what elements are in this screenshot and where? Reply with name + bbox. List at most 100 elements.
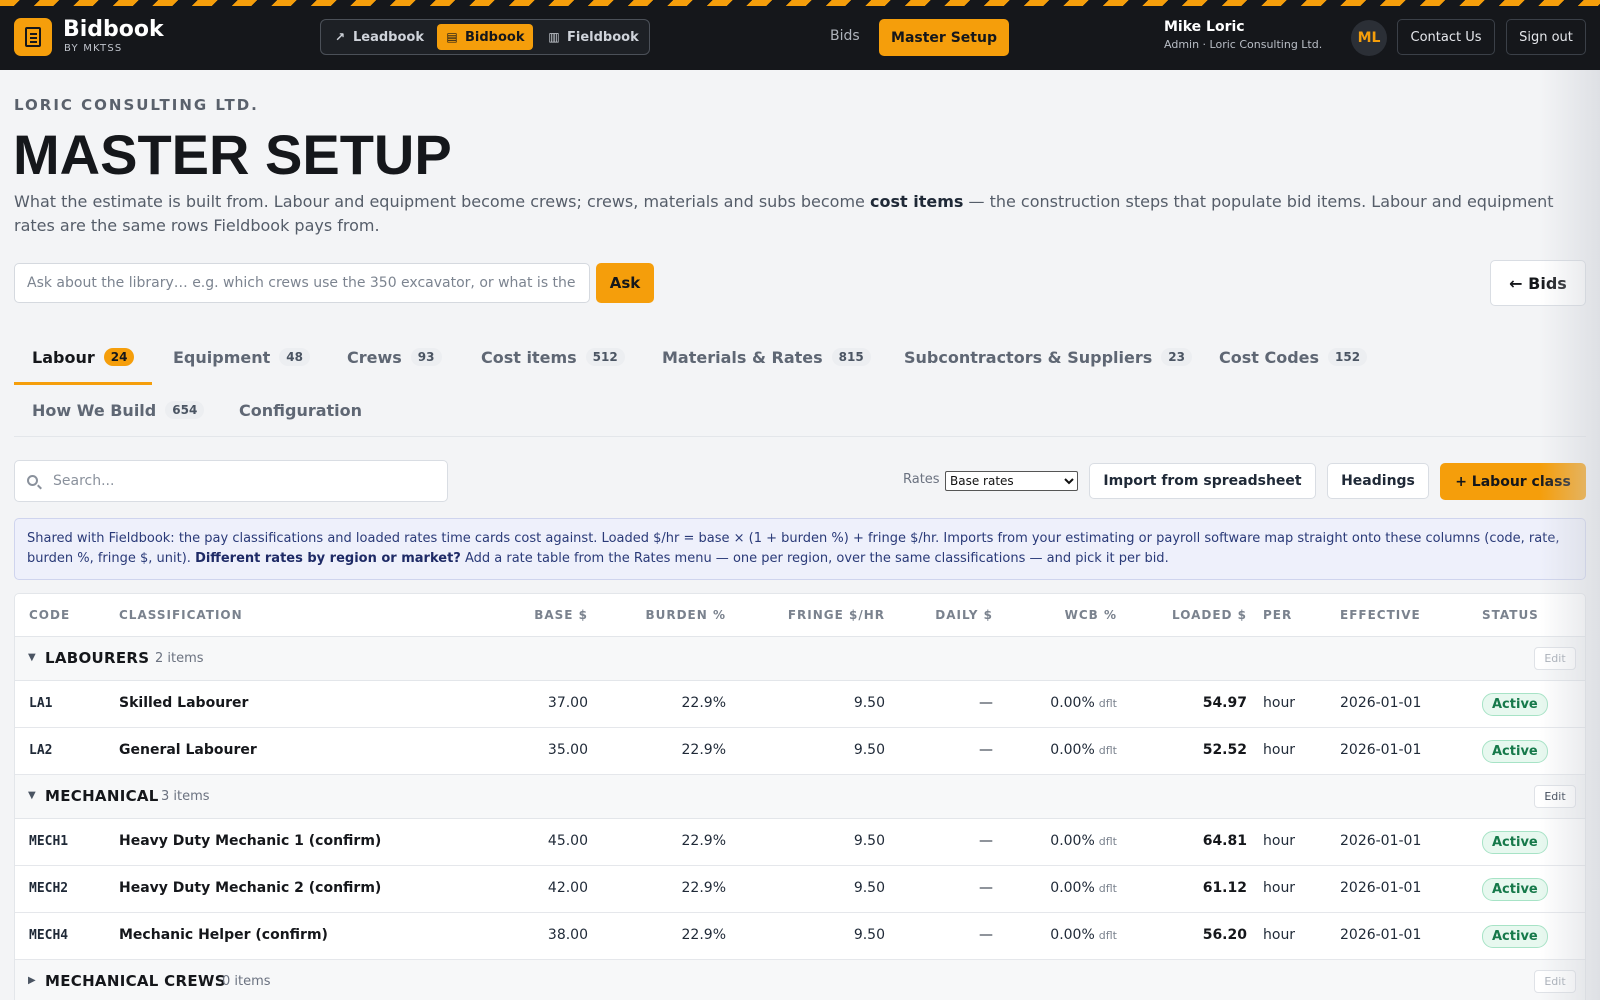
col-wcb[interactable]: WCB % [1015,608,1117,622]
tab-configuration[interactable]: Configuration [239,395,362,425]
app-fieldbook-label: Fieldbook [567,29,639,45]
table-row[interactable]: LA1 Skilled Labourer 37.00 22.9% 9.50 — … [15,681,1585,728]
cell-classification: General Labourer [119,742,257,758]
tab-label: Cost Codes [1219,347,1320,367]
wcb-value: 0.00% [1050,742,1095,758]
tab-crews[interactable]: Crews 93 [347,342,442,372]
col-daily[interactable]: DAILY $ [895,608,993,622]
app-bidbook-label: Bidbook [465,29,525,45]
col-effective[interactable]: EFFECTIVE [1340,608,1421,622]
tab-count-badge: 815 [831,348,871,366]
tab-cost-items[interactable]: Cost items 512 [481,342,625,372]
tab-equipment[interactable]: Equipment 48 [173,342,310,372]
cell-wcb: 0.00% dflt [995,880,1117,896]
tab-subcontractors-suppliers[interactable]: Subcontractors & Suppliers 23 [904,342,1192,372]
app-fieldbook[interactable]: ▥ Fieldbook [539,24,647,50]
group-row-mechanical-crews[interactable]: ▶ MECHANICAL CREWS 0 items Edit [15,960,1585,1000]
cell-wcb: 0.00% dflt [995,695,1117,711]
cell-code: LA2 [29,743,53,758]
table-row[interactable]: MECH1 Heavy Duty Mechanic 1 (confirm) 45… [15,819,1585,866]
cell-per: hour [1263,742,1296,758]
org-name: LORIC CONSULTING LTD. [14,96,259,114]
cell-loaded: 61.12 [1202,880,1247,896]
cell-classification: Heavy Duty Mechanic 1 (confirm) [119,833,382,849]
tabs-divider [14,436,1586,437]
ask-input[interactable] [14,263,590,303]
wcb-value: 0.00% [1050,833,1095,849]
cell-base: 37.00 [547,695,588,711]
wcb-default-note: dflt [1098,882,1117,895]
caret-right-icon[interactable]: ▶ [28,975,36,986]
cell-classification: Heavy Duty Mechanic 2 (confirm) [119,880,382,896]
sign-out-button[interactable]: Sign out [1506,19,1586,55]
col-code[interactable]: CODE [29,608,70,622]
cell-fringe: 9.50 [853,695,885,711]
description-emphasis: cost items [869,192,964,211]
cell-code: MECH1 [29,834,69,849]
tab-count-badge: 48 [279,348,310,366]
col-fringe[interactable]: FRINGE $/HR [740,608,885,622]
group-edit-button[interactable]: Edit [1534,970,1576,993]
import-spreadsheet-button[interactable]: Import from spreadsheet [1089,463,1316,499]
cell-base: 35.00 [547,742,588,758]
caret-down-icon[interactable]: ▼ [28,652,36,663]
col-base[interactable]: BASE $ [488,608,588,622]
cell-burden: 22.9% [681,880,726,896]
cell-wcb: 0.00% dflt [995,833,1117,849]
search-icon [27,475,38,486]
bidbook-logo-icon[interactable] [14,18,52,56]
tab-cost-codes[interactable]: Cost Codes 152 [1219,342,1368,372]
col-loaded[interactable]: LOADED $ [1135,608,1247,622]
col-per[interactable]: PER [1263,608,1292,622]
table-row[interactable]: LA2 General Labourer 35.00 22.9% 9.50 — … [15,728,1585,775]
cell-code: MECH2 [29,881,69,896]
tab-label: Equipment [173,347,271,367]
wcb-default-note: dflt [1098,744,1117,757]
add-labour-class-button[interactable]: + Labour class [1440,463,1586,500]
cell-daily: — [979,880,993,896]
search-box[interactable] [14,460,448,502]
top-bar: Bidbook BY MKTSS ↗ Leadbook ▤ Bidbook ▥ … [0,0,1600,70]
ask-button[interactable]: Ask [596,263,654,303]
rates-label: Rates [903,472,940,487]
caret-down-icon[interactable]: ▼ [28,790,36,801]
group-row-labourers[interactable]: ▼ LABOURERS 2 items Edit [15,637,1585,681]
back-to-bids-button[interactable]: ← Bids [1490,260,1586,306]
nav-master-setup[interactable]: Master Setup [879,19,1009,56]
col-classification[interactable]: CLASSIFICATION [119,608,243,622]
table-row[interactable]: MECH2 Heavy Duty Mechanic 2 (confirm) 42… [15,866,1585,913]
headings-button[interactable]: Headings [1327,463,1429,499]
cell-fringe: 9.50 [853,927,885,943]
tab-materials-rates[interactable]: Materials & Rates 815 [662,342,871,372]
tab-count-badge: 23 [1161,348,1192,366]
group-row-mechanical[interactable]: ▼ MECHANICAL 3 items Edit [15,775,1585,819]
wcb-value: 0.00% [1050,695,1095,711]
search-input[interactable] [53,462,443,500]
col-burden[interactable]: BURDEN % [598,608,726,622]
trend-up-icon: ↗ [334,30,346,44]
info-question: Different rates by region or market? [195,551,461,566]
info-text-end: Add a rate table from the Rates menu — o… [460,551,1169,566]
wcb-default-note: dflt [1098,697,1117,710]
nav-bids-link[interactable]: Bids [830,28,860,44]
cell-daily: — [979,742,993,758]
contact-us-button[interactable]: Contact Us [1397,19,1495,55]
table-row[interactable]: MECH4 Mechanic Helper (confirm) 38.00 22… [15,913,1585,960]
tab-labour[interactable]: Labour 24 [32,342,135,372]
tab-how-we-build[interactable]: How We Build 654 [32,395,205,425]
group-edit-button[interactable]: Edit [1534,785,1576,808]
app-leadbook[interactable]: ↗ Leadbook [325,24,432,50]
cell-per: hour [1263,880,1296,896]
cell-loaded: 64.81 [1202,833,1247,849]
brand-subtitle: BY MKTSS [64,43,123,54]
wcb-value: 0.00% [1050,880,1095,896]
status-badge: Active [1482,878,1548,901]
cell-effective: 2026-01-01 [1340,880,1422,896]
app-bidbook[interactable]: ▤ Bidbook [437,24,533,50]
col-status[interactable]: STATUS [1482,608,1539,622]
group-edit-button[interactable]: Edit [1534,647,1576,670]
cell-classification: Skilled Labourer [119,695,249,711]
rates-select[interactable]: Base rates [945,471,1078,491]
brand-title[interactable]: Bidbook [63,17,164,42]
avatar[interactable]: ML [1351,20,1387,56]
